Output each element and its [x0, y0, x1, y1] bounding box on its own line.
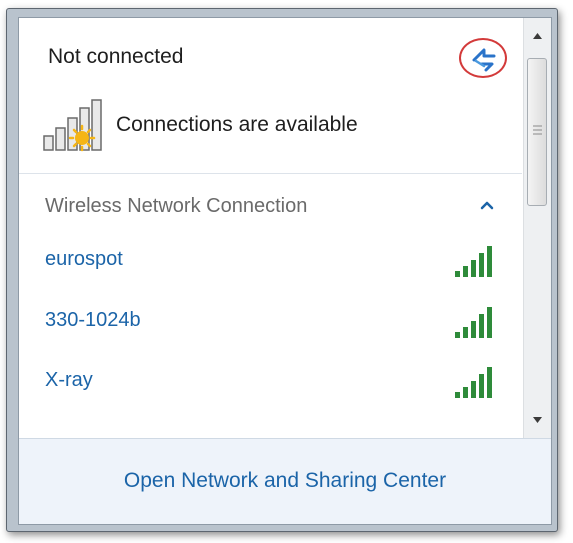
scrollbar-thumb[interactable] — [527, 58, 547, 206]
wireless-section-header[interactable]: Wireless Network Connection — [19, 180, 522, 232]
network-name: eurospot — [45, 248, 123, 270]
red-highlight-circle — [459, 38, 507, 78]
open-network-sharing-center-link[interactable]: Open Network and Sharing Center — [19, 469, 551, 493]
grip-icon — [533, 125, 542, 135]
connection-status-title: Not connected — [48, 45, 184, 68]
connection-status-detail: Connections are available — [116, 113, 358, 136]
flyout-footer: Open Network and Sharing Center — [19, 438, 551, 524]
network-bars-warning-icon — [43, 99, 102, 152]
network-item-x-ray[interactable]: X-ray — [19, 356, 522, 408]
network-name: X-ray — [45, 369, 93, 391]
section-divider — [19, 173, 522, 174]
network-item-eurospot[interactable]: eurospot — [19, 235, 522, 287]
signal-strength-icon — [455, 367, 492, 398]
signal-strength-icon — [455, 307, 492, 338]
signal-strength-icon — [455, 246, 492, 277]
scroll-up-arrow-icon[interactable] — [524, 18, 551, 54]
network-name: 330-1024b — [45, 309, 141, 331]
wireless-section-label: Wireless Network Connection — [45, 195, 308, 217]
scroll-down-arrow-icon[interactable] — [524, 403, 551, 437]
network-flyout: Not connected Connections are available … — [18, 17, 552, 525]
vertical-scrollbar[interactable] — [523, 18, 551, 438]
network-item-330-1024b[interactable]: 330-1024b — [19, 296, 522, 348]
chevron-up-icon[interactable] — [480, 200, 494, 210]
